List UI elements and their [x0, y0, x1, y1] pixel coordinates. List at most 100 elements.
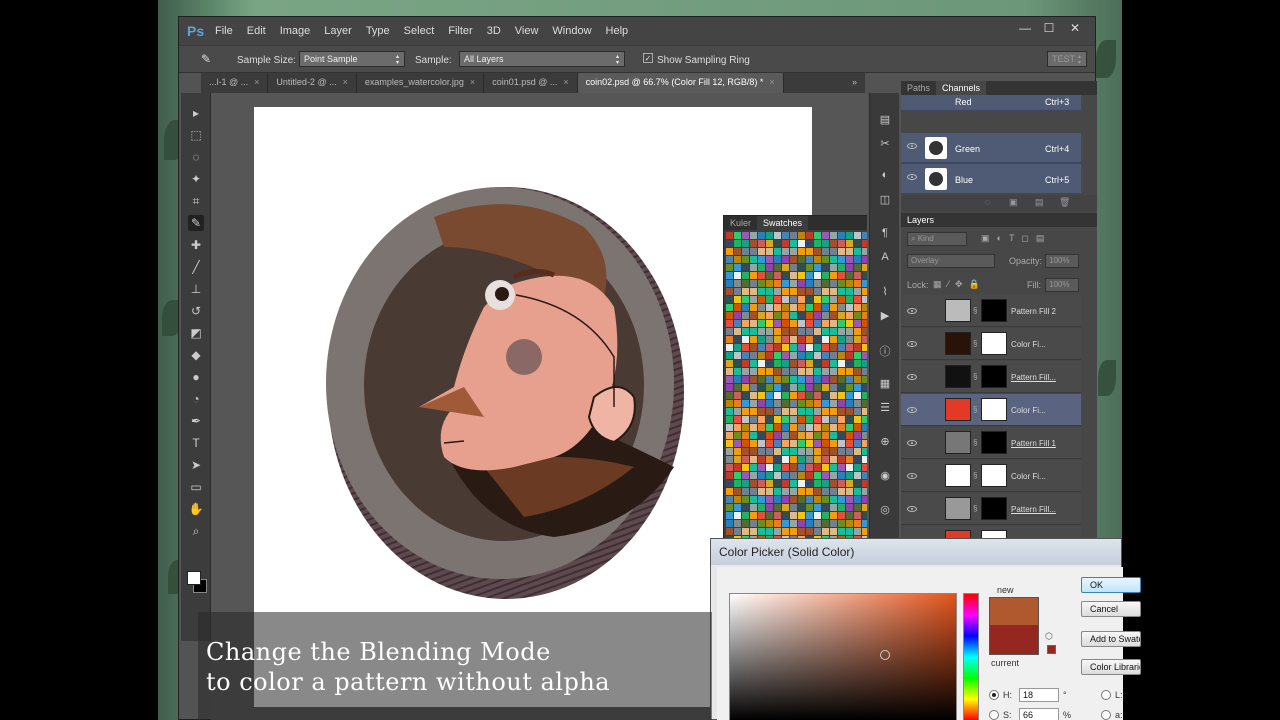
swatch[interactable]	[846, 304, 853, 311]
swatch[interactable]	[750, 344, 757, 351]
hue-radio[interactable]	[989, 690, 999, 700]
swatch[interactable]	[726, 272, 733, 279]
swatch[interactable]	[814, 232, 821, 239]
swatch[interactable]	[798, 280, 805, 287]
swatch[interactable]	[734, 504, 741, 511]
swatch[interactable]	[854, 240, 861, 247]
swatch[interactable]	[758, 528, 765, 535]
swatch[interactable]	[822, 296, 829, 303]
swatch[interactable]	[742, 304, 749, 311]
swatch[interactable]	[806, 432, 813, 439]
swatch[interactable]	[838, 528, 845, 535]
swatch[interactable]	[814, 240, 821, 247]
swatch[interactable]	[822, 528, 829, 535]
swatch[interactable]	[798, 384, 805, 391]
swatch[interactable]	[862, 472, 867, 479]
crop-icon[interactable]: ⌗	[188, 193, 204, 209]
swatch[interactable]	[846, 480, 853, 487]
swatch[interactable]	[766, 232, 773, 239]
swatch[interactable]	[862, 488, 867, 495]
link-icon[interactable]: §	[973, 372, 977, 381]
swatch[interactable]	[790, 448, 797, 455]
swatch[interactable]	[862, 352, 867, 359]
swatch[interactable]	[742, 416, 749, 423]
swatch[interactable]	[750, 296, 757, 303]
swatch[interactable]	[734, 472, 741, 479]
swatch[interactable]	[814, 512, 821, 519]
swatch[interactable]	[838, 400, 845, 407]
tools-preset-icon[interactable]: ✂	[877, 137, 893, 151]
swatch[interactable]	[846, 240, 853, 247]
swatch[interactable]	[782, 456, 789, 463]
swatch[interactable]	[750, 360, 757, 367]
swatch[interactable]	[766, 272, 773, 279]
swatch[interactable]	[798, 472, 805, 479]
swatch[interactable]	[798, 304, 805, 311]
swatch[interactable]	[814, 472, 821, 479]
swatch[interactable]	[830, 280, 837, 287]
blur-icon[interactable]: ●	[188, 369, 204, 385]
swatch[interactable]	[766, 408, 773, 415]
swatch[interactable]	[862, 344, 867, 351]
brush-preset-icon[interactable]: ⌇	[877, 285, 893, 299]
swatch[interactable]	[798, 272, 805, 279]
swatch[interactable]	[782, 360, 789, 367]
swatch[interactable]	[742, 488, 749, 495]
swatch[interactable]	[766, 360, 773, 367]
swatch[interactable]	[774, 376, 781, 383]
swatch[interactable]	[790, 280, 797, 287]
swatch[interactable]	[782, 312, 789, 319]
swatch[interactable]	[782, 232, 789, 239]
swatch[interactable]	[782, 344, 789, 351]
swatch[interactable]	[790, 496, 797, 503]
swatch[interactable]	[734, 400, 741, 407]
swatch[interactable]	[774, 280, 781, 287]
swatch[interactable]	[806, 256, 813, 263]
swatch[interactable]	[838, 440, 845, 447]
swatch[interactable]	[830, 416, 837, 423]
swatch[interactable]	[726, 480, 733, 487]
swatch[interactable]	[726, 408, 733, 415]
layer-row[interactable]: § Pattern Fill 2	[901, 295, 1081, 327]
swatch[interactable]	[774, 344, 781, 351]
healing-icon[interactable]: ✚	[188, 237, 204, 253]
menu-window[interactable]: Window	[552, 25, 591, 37]
swatch[interactable]	[846, 360, 853, 367]
swatch[interactable]	[742, 272, 749, 279]
swatch[interactable]	[862, 240, 867, 247]
swatch[interactable]	[862, 432, 867, 439]
swatch[interactable]	[862, 336, 867, 343]
swatch[interactable]	[734, 264, 741, 271]
swatch[interactable]	[726, 312, 733, 319]
swatch[interactable]	[782, 264, 789, 271]
swatch[interactable]	[726, 232, 733, 239]
swatch[interactable]	[742, 440, 749, 447]
swatch[interactable]	[838, 288, 845, 295]
swatch[interactable]	[814, 280, 821, 287]
swatch[interactable]	[734, 232, 741, 239]
swatch[interactable]	[846, 504, 853, 511]
marquee-icon[interactable]: ⬚	[188, 127, 204, 143]
swatch[interactable]	[838, 416, 845, 423]
swatch[interactable]	[822, 384, 829, 391]
swatch[interactable]	[766, 416, 773, 423]
swatch[interactable]	[814, 360, 821, 367]
swatch[interactable]	[726, 520, 733, 527]
current-color-swatch[interactable]	[989, 625, 1039, 655]
swatch[interactable]	[822, 440, 829, 447]
swatch[interactable]	[838, 512, 845, 519]
swatch[interactable]	[790, 320, 797, 327]
swatch[interactable]	[766, 432, 773, 439]
close-icon[interactable]: ×	[563, 77, 568, 87]
swatch[interactable]	[766, 352, 773, 359]
swatch[interactable]	[782, 400, 789, 407]
swatch[interactable]	[806, 528, 813, 535]
swatch[interactable]	[846, 336, 853, 343]
swatch[interactable]	[806, 288, 813, 295]
pen-icon[interactable]: ✒	[188, 413, 204, 429]
swatch[interactable]	[822, 448, 829, 455]
swatch[interactable]	[806, 392, 813, 399]
swatch[interactable]	[790, 384, 797, 391]
swatch[interactable]	[822, 480, 829, 487]
swatch[interactable]	[854, 496, 861, 503]
